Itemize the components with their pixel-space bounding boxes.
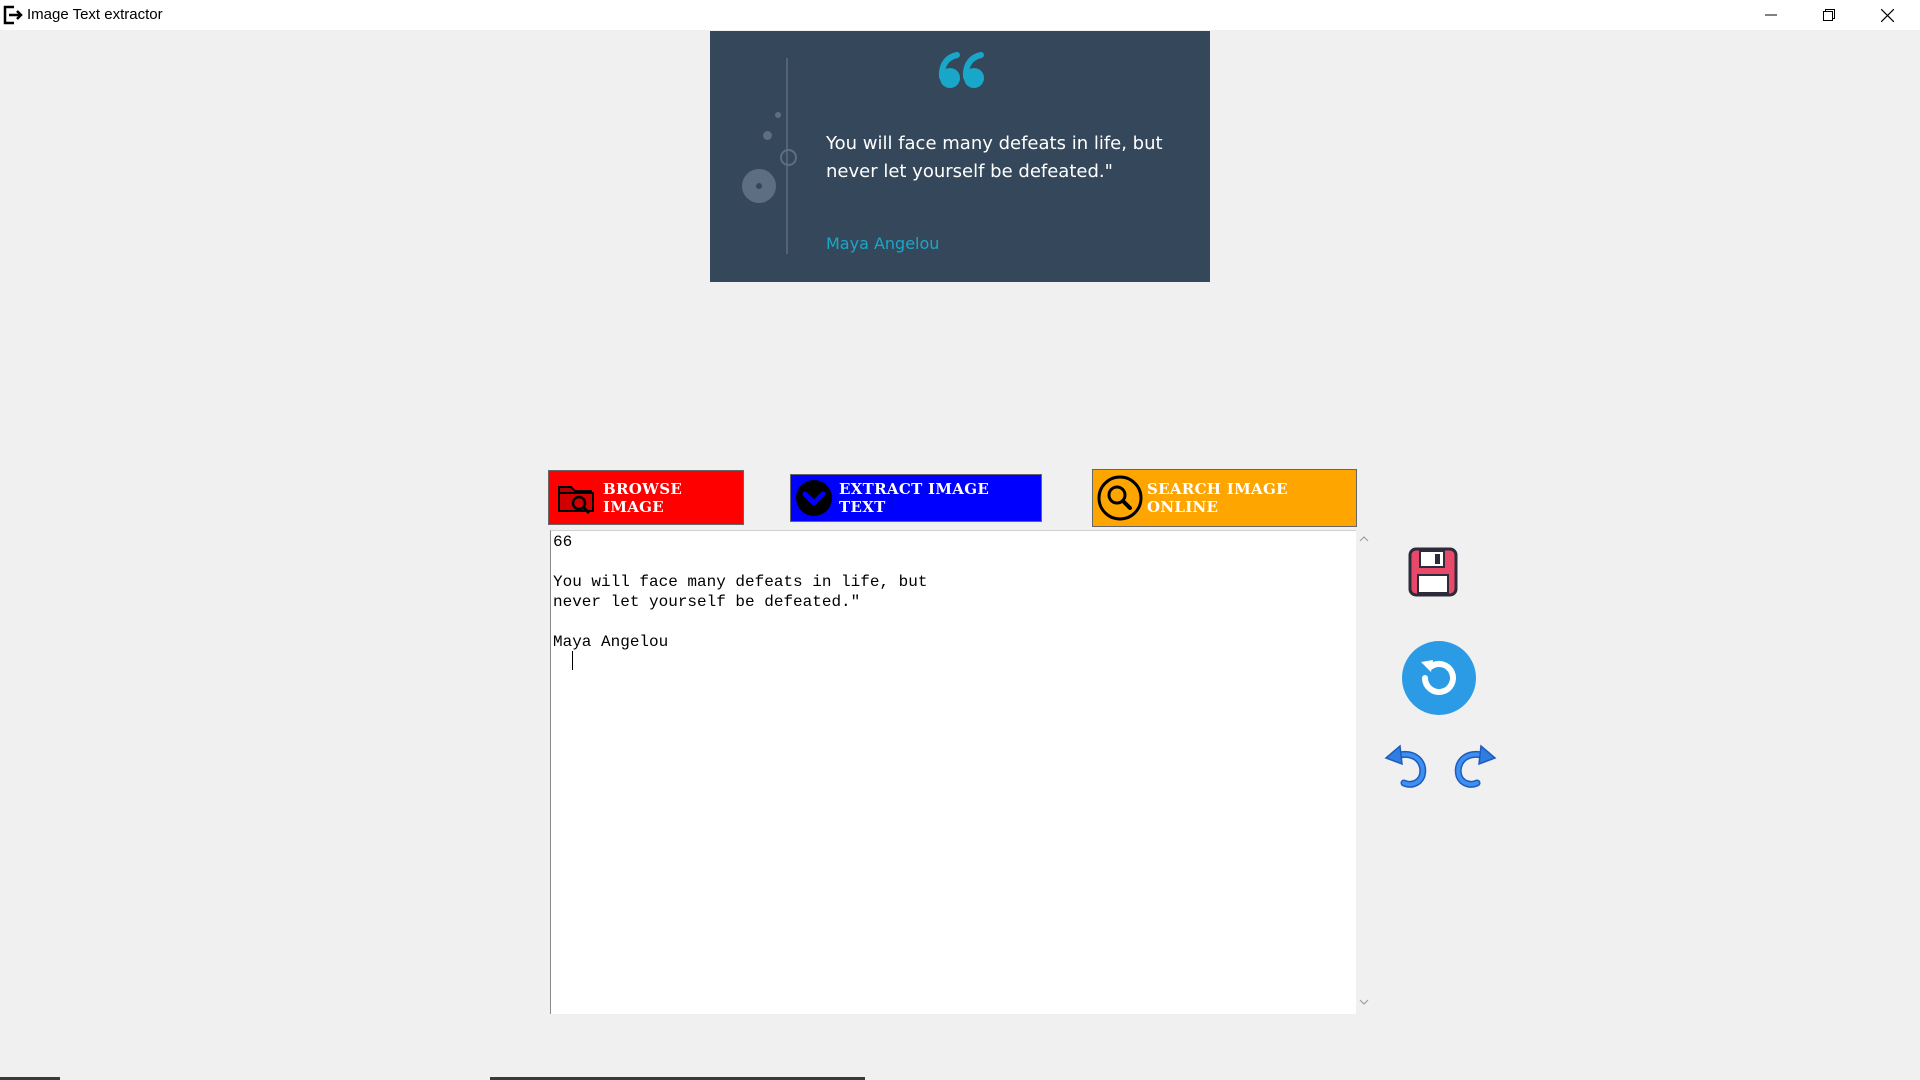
- scroll-up-icon[interactable]: [1358, 535, 1370, 543]
- browse-image-button[interactable]: BROWSE IMAGE: [548, 470, 744, 525]
- search-image-online-label: SEARCH IMAGE ONLINE: [1147, 480, 1288, 516]
- quote-text: You will face many defeats in life, but …: [826, 133, 1163, 182]
- restore-icon: [1823, 9, 1835, 21]
- decorative-dot: [763, 131, 772, 140]
- title-bar: Image Text extractor: [0, 0, 1920, 30]
- text-caret: [572, 651, 573, 670]
- chevron-down-circle-icon: [796, 480, 832, 516]
- window-title: Image Text extractor: [27, 6, 163, 23]
- refresh-icon[interactable]: [1401, 640, 1477, 716]
- decorative-ring: [780, 149, 797, 166]
- folder-search-icon: [558, 485, 594, 514]
- redo-icon[interactable]: [1453, 742, 1497, 788]
- extract-image-text-button[interactable]: EXTRACT IMAGE TEXT: [790, 474, 1042, 522]
- close-icon: [1880, 8, 1894, 22]
- minimize-button[interactable]: [1742, 0, 1800, 30]
- browse-image-label: BROWSE IMAGE: [603, 479, 683, 516]
- magnifier-icon: [1097, 475, 1143, 521]
- minimize-icon: [1765, 14, 1777, 16]
- decorative-dot: [775, 112, 781, 118]
- search-image-online-button[interactable]: SEARCH IMAGE ONLINE: [1092, 469, 1357, 527]
- close-button[interactable]: [1858, 0, 1916, 30]
- decorative-circle-center: [756, 183, 762, 189]
- scroll-down-icon[interactable]: [1358, 998, 1370, 1006]
- restore-button[interactable]: [1800, 0, 1858, 30]
- image-preview: You will face many defeats in life, but …: [710, 31, 1210, 282]
- quote-author: Maya Angelou: [826, 234, 940, 253]
- undo-icon[interactable]: [1384, 742, 1428, 788]
- extract-image-text-label: EXTRACT IMAGE TEXT: [839, 480, 990, 516]
- quote-mark-icon: [938, 52, 984, 88]
- floppy-disk-icon[interactable]: [1408, 547, 1458, 597]
- exit-icon: [3, 5, 23, 25]
- extracted-text-area[interactable]: 66 You will face many defeats in life, b…: [550, 530, 1356, 1014]
